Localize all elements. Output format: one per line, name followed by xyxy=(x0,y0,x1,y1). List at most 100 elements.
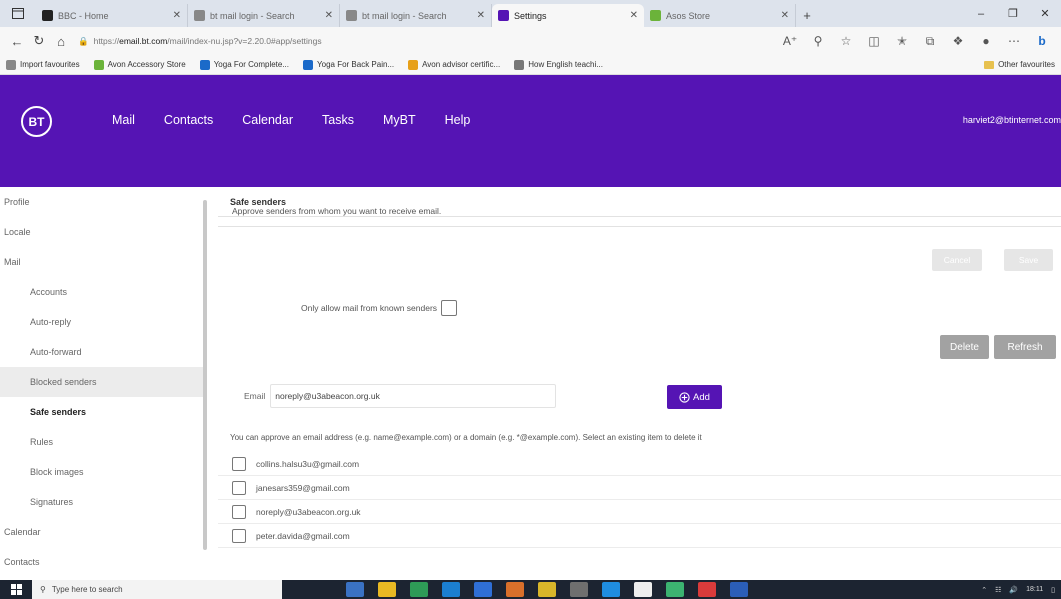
sidebar-item-calendar[interactable]: Calendar xyxy=(0,517,205,547)
sender-checkbox[interactable] xyxy=(232,480,246,495)
delete-button[interactable]: Delete xyxy=(940,335,989,359)
other-favourites[interactable]: Other favourites xyxy=(984,60,1061,69)
taskbar-app-icon[interactable] xyxy=(634,582,652,597)
favourite-label: How English teachi... xyxy=(528,60,603,69)
tab-close-icon[interactable]: ✕ xyxy=(173,10,181,21)
folder-icon xyxy=(984,60,995,69)
sidebar-item-auto-forward[interactable]: Auto-forward xyxy=(0,337,205,367)
favourites-icon[interactable]: ✭ xyxy=(889,30,915,52)
sender-checkbox[interactable] xyxy=(232,456,246,471)
refresh-icon[interactable]: ↻ xyxy=(28,30,50,52)
sidebar-item-mail[interactable]: Mail xyxy=(0,247,205,277)
clock[interactable]: 18:11 xyxy=(1026,586,1043,593)
sidebar-scrollbar[interactable] xyxy=(203,200,207,550)
extensions-icon[interactable]: ❖ xyxy=(945,30,971,52)
taskbar-app-icon[interactable] xyxy=(602,582,620,597)
favourite-link[interactable]: Yoga For Complete... xyxy=(199,59,289,70)
back-icon[interactable]: ← xyxy=(6,30,28,52)
favourite-link[interactable]: Avon Accessory Store xyxy=(93,59,186,70)
windows-start-icon[interactable] xyxy=(0,580,32,599)
close-window-button[interactable]: ✕ xyxy=(1029,0,1061,27)
safe-senders-panel: Safe senders Approve senders from whom y… xyxy=(218,187,1061,571)
minimize-button[interactable]: – xyxy=(965,0,997,27)
add-button-label: Add xyxy=(693,391,710,403)
split-screen-icon[interactable]: ◫ xyxy=(861,30,887,52)
nav-item-mybt[interactable]: MyBT xyxy=(383,113,416,127)
tab-close-icon[interactable]: ✕ xyxy=(325,10,333,21)
bt-logo[interactable]: BT xyxy=(21,106,52,137)
nav-item-calendar[interactable]: Calendar xyxy=(242,113,293,127)
sender-checkbox[interactable] xyxy=(232,504,246,519)
list-item[interactable]: peter.davida@gmail.com xyxy=(218,524,1061,548)
more-menu-icon[interactable]: ⋯ xyxy=(1001,30,1027,52)
list-item[interactable]: noreply@u3abeacon.org.uk xyxy=(218,500,1061,524)
nav-item-mail[interactable]: Mail xyxy=(112,113,135,127)
notifications-icon[interactable]: ▯ xyxy=(1051,586,1055,594)
bing-icon[interactable]: b xyxy=(1029,30,1055,52)
taskbar-app-icon[interactable] xyxy=(410,582,428,597)
tab-close-icon[interactable]: ✕ xyxy=(781,10,789,21)
nav-item-tasks[interactable]: Tasks xyxy=(322,113,354,127)
browser-tab[interactable]: BBC - Home ✕ xyxy=(36,4,188,27)
favourite-icon xyxy=(303,59,314,70)
sidebar-item-locale[interactable]: Locale xyxy=(0,217,205,247)
browser-tab[interactable]: bt mail login - Search ✕ xyxy=(340,4,492,27)
favourite-link[interactable]: Yoga For Back Pain... xyxy=(303,59,394,70)
home-icon[interactable]: ⌂ xyxy=(50,30,72,52)
taskbar-app-icon[interactable] xyxy=(730,582,748,597)
favourite-link[interactable]: How English teachi... xyxy=(514,59,603,70)
browser-tab[interactable]: Settings ✕ xyxy=(492,4,644,27)
browser-tab[interactable]: bt mail login - Search ✕ xyxy=(188,4,340,27)
cancel-button[interactable]: Cancel xyxy=(932,249,982,271)
taskbar-app-icon[interactable] xyxy=(538,582,556,597)
favourite-link[interactable]: Import favourites xyxy=(6,59,80,70)
browser-tab[interactable]: Asos Store ✕ xyxy=(644,4,796,27)
only-known-senders-checkbox[interactable] xyxy=(441,300,458,316)
tray-up-icon[interactable]: ⌃ xyxy=(981,586,987,594)
sidebar-item-blocked-senders[interactable]: Blocked senders xyxy=(0,367,205,397)
maximize-button[interactable]: ❐ xyxy=(997,0,1029,27)
url-field[interactable]: 🔒 https://email.bt.com/mail/index-nu.jsp… xyxy=(78,31,638,51)
taskbar-app-icon[interactable] xyxy=(666,582,684,597)
window-controls: – ❐ ✕ xyxy=(965,0,1061,27)
tab-actions-icon[interactable] xyxy=(0,0,36,27)
zoom-icon[interactable]: ⚲ xyxy=(805,30,831,52)
taskbar-app-icon[interactable] xyxy=(346,582,364,597)
nav-item-help[interactable]: Help xyxy=(445,113,471,127)
sidebar-item-accounts[interactable]: Accounts xyxy=(0,277,205,307)
taskbar-app-icon[interactable] xyxy=(506,582,524,597)
list-item[interactable]: collins.halsu3u@gmail.com xyxy=(218,452,1061,476)
save-button[interactable]: Save xyxy=(1004,249,1053,271)
sidebar-item-profile[interactable]: Profile xyxy=(0,187,205,217)
favourite-star-icon[interactable]: ☆ xyxy=(833,30,859,52)
sidebar-item-contacts[interactable]: Contacts xyxy=(0,547,205,577)
email-input[interactable]: noreply@u3abeacon.org.uk xyxy=(270,384,557,408)
network-icon[interactable]: ☷ xyxy=(995,586,1001,594)
sender-checkbox[interactable] xyxy=(232,528,246,543)
tab-close-icon[interactable]: ✕ xyxy=(477,10,485,21)
taskbar-app-icon[interactable] xyxy=(698,582,716,597)
profile-avatar-icon[interactable]: ● xyxy=(973,30,999,52)
sidebar-item-auto-reply[interactable]: Auto-reply xyxy=(0,307,205,337)
taskbar-app-icon[interactable] xyxy=(570,582,588,597)
refresh-button[interactable]: Refresh xyxy=(994,335,1056,359)
new-tab-button[interactable]: + xyxy=(796,4,818,27)
sidebar-item-safe-senders[interactable]: Safe senders xyxy=(0,397,205,427)
list-item[interactable]: janesars359@gmail.com xyxy=(218,476,1061,500)
taskbar-app-icon[interactable] xyxy=(442,582,460,597)
safe-senders-list: collins.halsu3u@gmail.com janesars359@gma… xyxy=(218,452,1061,548)
taskbar-search[interactable]: ⚲ Type here to search xyxy=(32,580,282,599)
favourite-link[interactable]: Avon advisor certific... xyxy=(408,59,500,70)
sidebar-item-signatures[interactable]: Signatures xyxy=(0,487,205,517)
taskbar-app-icon[interactable] xyxy=(378,582,396,597)
volume-icon[interactable]: 🔊 xyxy=(1009,586,1018,594)
collections-icon[interactable]: ⧉ xyxy=(917,30,943,52)
sidebar-item-block-images[interactable]: Block images xyxy=(0,457,205,487)
user-account[interactable]: harviet2@btinternet.com xyxy=(963,115,1061,125)
sidebar-item-rules[interactable]: Rules xyxy=(0,427,205,457)
add-button[interactable]: Add xyxy=(667,385,722,409)
tab-close-icon[interactable]: ✕ xyxy=(630,10,638,21)
nav-item-contacts[interactable]: Contacts xyxy=(164,113,213,127)
read-aloud-icon[interactable]: A⁺ xyxy=(777,30,803,52)
taskbar-app-icon[interactable] xyxy=(474,582,492,597)
